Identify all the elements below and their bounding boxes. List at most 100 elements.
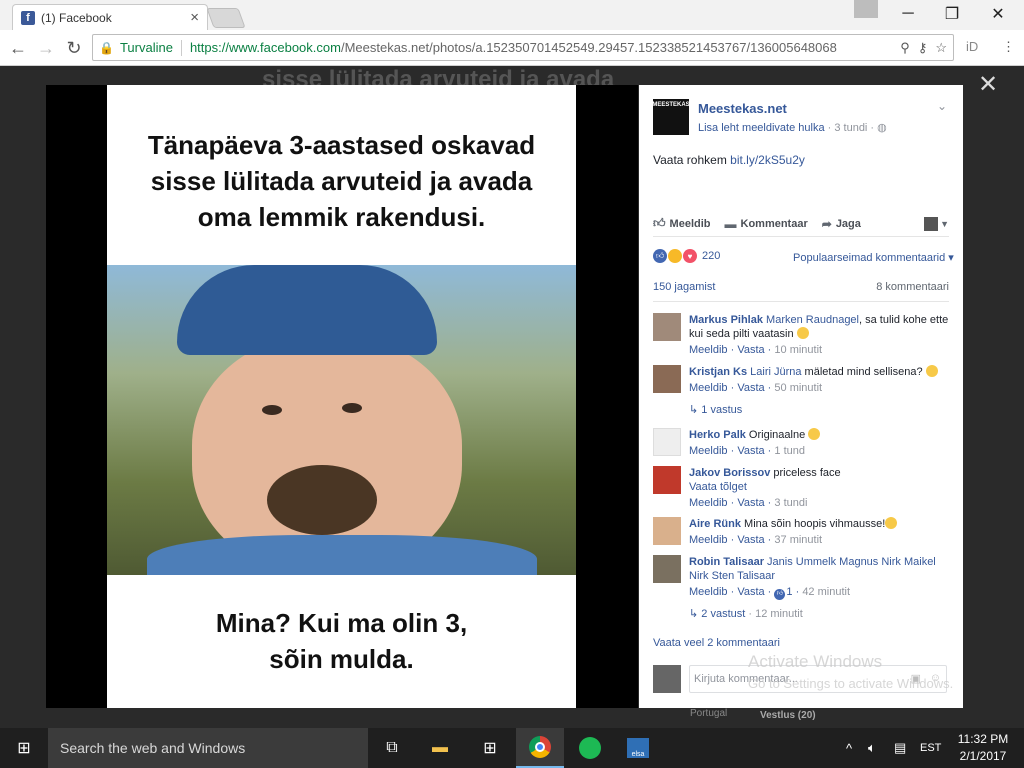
comment-sort-dropdown[interactable]: Populaarseimad kommentaarid ▾	[793, 251, 954, 264]
maximize-button[interactable]: ❐	[930, 2, 974, 26]
comment-author[interactable]: Herko Palk	[689, 429, 746, 441]
comment-tag[interactable]: Marken Raudnagel	[766, 314, 859, 326]
comment-reply-link[interactable]: Vasta	[737, 534, 764, 546]
comment-like-link[interactable]: Meeldib	[689, 497, 728, 509]
view-more-comments-link[interactable]: Vaata veel 2 kommentaari	[653, 637, 780, 649]
chat-sidebar-label[interactable]: Vestlus (20)	[760, 710, 816, 721]
close-photo-icon[interactable]: ✕	[978, 70, 998, 99]
file-explorer-icon[interactable]: ▬	[416, 728, 464, 768]
windows-start-icon[interactable]: ⊞	[0, 728, 48, 768]
comment-author[interactable]: Markus Pihlak	[689, 314, 763, 326]
profile-icon[interactable]	[854, 0, 878, 18]
comment-like-count[interactable]: 1	[786, 586, 792, 598]
comment-author[interactable]: Kristjan Ks	[689, 366, 747, 378]
replies-count: 1 vastus	[701, 404, 743, 416]
zoom-icon[interactable]: ⚲	[900, 40, 910, 56]
forward-arrow-icon[interactable]: →	[34, 36, 58, 60]
clock-time: 11:32 PM	[957, 732, 1009, 746]
comment-author[interactable]: Aire Rünk	[689, 518, 741, 530]
lock-icon: 🔒	[99, 40, 114, 55]
haha-reaction-icon	[668, 249, 682, 263]
translate-link[interactable]: Vaata tõlget	[689, 480, 951, 494]
meme-top-caption: Tänapäeva 3-aastased oskavad sisse lülit…	[107, 127, 576, 235]
share-button[interactable]: ➦ Jaga	[822, 217, 861, 231]
comment-author[interactable]: Robin Talisaar	[689, 556, 764, 568]
meme-image[interactable]: Tänapäeva 3-aastased oskavad sisse lülit…	[107, 85, 576, 708]
comment-reply-link[interactable]: Vasta	[737, 344, 764, 356]
store-icon[interactable]: ⊞	[466, 728, 514, 768]
laughing-emoji-icon	[885, 517, 898, 529]
notifications-icon[interactable]: ▤	[894, 728, 906, 768]
comment-like-link[interactable]: Meeldib	[689, 586, 728, 598]
avatar[interactable]	[653, 365, 681, 393]
browser-tab[interactable]: f (1) Facebook ×	[12, 4, 208, 30]
input-language[interactable]: EST	[920, 728, 941, 768]
address-bar[interactable]: 🔒 Turvaline https://www.facebook.com/Mee…	[92, 34, 954, 61]
volume-icon[interactable]: 🔈︎	[868, 728, 876, 768]
key-icon[interactable]: ⚷	[918, 40, 928, 56]
shares-link[interactable]: 150 jagamist	[653, 281, 715, 293]
minimize-button[interactable]: ─	[886, 2, 930, 26]
close-window-button[interactable]: ✕	[976, 2, 1020, 26]
task-view-icon[interactable]: ⧉	[368, 728, 416, 768]
comment-like-link[interactable]: Meeldib	[689, 445, 728, 457]
comment-text: Mina sõin hoopis vihmausse!	[740, 518, 886, 530]
comment-author[interactable]: Jakov Borissov	[689, 467, 770, 479]
url-text[interactable]: https://www.facebook.com/Meestekas.net/p…	[190, 40, 892, 55]
taskbar-clock[interactable]: 11:32 PM 2/1/2017	[948, 731, 1018, 765]
comment-like-link[interactable]: Meeldib	[689, 534, 728, 546]
secure-label: Turvaline	[119, 40, 173, 55]
avatar[interactable]	[653, 428, 681, 456]
comment-actions: Meeldib · Vasta · 50 minutit	[689, 382, 823, 394]
spotify-taskbar-icon[interactable]	[566, 728, 614, 768]
chrome-taskbar-icon[interactable]	[516, 728, 564, 768]
replies-count: 2 vastust	[701, 608, 746, 620]
comment-reply-link[interactable]: Vasta	[737, 445, 764, 457]
meme-bottom-caption: Mina? Kui ma olin 3, sõin mulda.	[107, 605, 576, 677]
identity-selector[interactable]: ▼	[924, 216, 949, 231]
comment-tag[interactable]: Lairi Jürna	[750, 366, 801, 378]
comment-time: 10 minutit	[774, 344, 823, 356]
page-name-link[interactable]: Meestekas.net	[698, 101, 787, 116]
meme-top-line: Tänapäeva 3-aastased oskavad	[147, 130, 536, 160]
post-text: Vaata rohkem bit.ly/2kS5u2y	[653, 153, 805, 167]
camera-icon[interactable]: ▣	[911, 672, 921, 685]
reload-icon[interactable]: ↻	[62, 36, 86, 60]
post-link[interactable]: bit.ly/2kS5u2y	[730, 153, 805, 167]
comment-reply-link[interactable]: Vasta	[737, 382, 764, 394]
elsa-taskbar-icon[interactable]: elsa	[614, 728, 662, 768]
comment-button[interactable]: ▬ Kommentaar	[725, 217, 808, 231]
new-tab-button[interactable]	[206, 8, 246, 28]
comment-like-link[interactable]: Meeldib	[689, 382, 728, 394]
bookmark-star-icon[interactable]: ☆	[935, 40, 947, 56]
avatar[interactable]	[653, 517, 681, 545]
sticker-icon[interactable]: ☺	[930, 672, 941, 684]
baby-eye	[262, 405, 282, 415]
comment-like-link[interactable]: Meeldib	[689, 344, 728, 356]
post-header: MEESTEKAS Meestekas.net Lisa leht meeldi…	[652, 99, 953, 135]
view-replies-link[interactable]: ↳ 1 vastus	[689, 403, 742, 416]
reactions-summary[interactable]: 👍︎ ♥ 220	[653, 249, 720, 263]
avatar[interactable]	[653, 313, 681, 341]
comment-body: Aire Rünk Mina sõin hoopis vihmausse! Me…	[689, 517, 951, 547]
avatar[interactable]	[653, 555, 681, 583]
comment-body: Kristjan Ks Lairi Jürna mäletad mind sel…	[689, 365, 951, 395]
chevron-down-icon[interactable]: ⌄	[937, 99, 947, 113]
page-logo[interactable]: MEESTEKAS	[652, 99, 690, 135]
tab-close-icon[interactable]: ×	[190, 9, 199, 26]
comment-input[interactable]: Kirjuta kommentaar...	[689, 665, 947, 693]
comment-actions: Meeldib · Vasta · 3 tundi	[689, 497, 808, 509]
tray-chevron-icon[interactable]: ^	[846, 728, 852, 768]
view-replies-link[interactable]: ↳ 2 vastust · 12 minutit	[689, 607, 803, 620]
chrome-menu-icon[interactable]: ⋮	[1002, 39, 1015, 55]
like-button[interactable]: 👍︎ Meeldib	[653, 216, 711, 231]
comment-reply-link[interactable]: Vasta	[737, 586, 764, 598]
back-arrow-icon[interactable]: ←	[6, 36, 30, 60]
comment-reply-link[interactable]: Vasta	[737, 497, 764, 509]
like-page-link[interactable]: Lisa leht meeldivate hulka	[698, 122, 825, 134]
caret-down-icon: ▼	[940, 218, 949, 229]
avatar[interactable]	[653, 466, 681, 494]
taskbar-search[interactable]: Search the web and Windows	[48, 728, 368, 768]
comment-time: 42 minutit	[802, 586, 851, 598]
extension-id-icon[interactable]: iD	[966, 39, 978, 54]
